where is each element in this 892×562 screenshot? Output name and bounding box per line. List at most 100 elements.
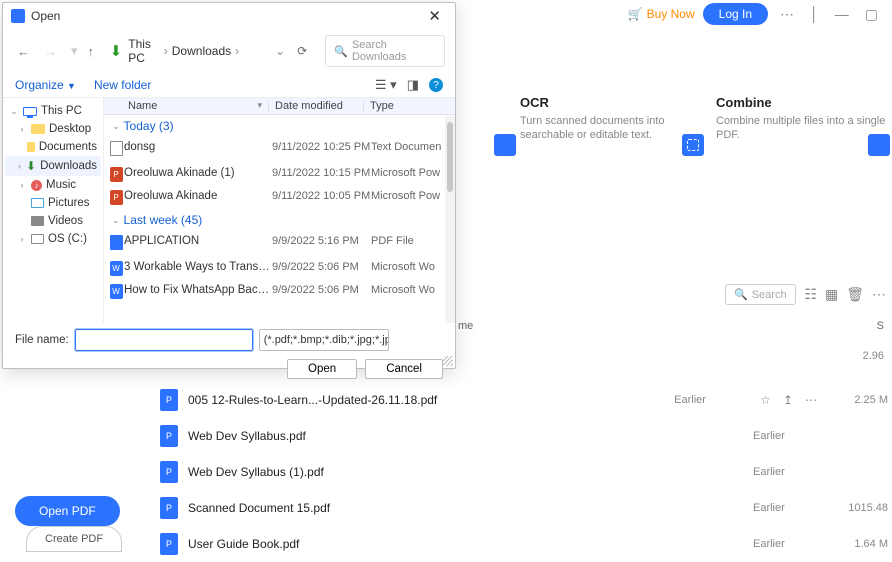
more-icon[interactable]: ⋯ [872, 286, 886, 303]
refresh-icon[interactable]: ⟳ [291, 44, 313, 58]
ppt-file-icon: P [110, 167, 123, 182]
col-frag-age: me [458, 320, 473, 332]
login-button[interactable]: Log In [703, 3, 768, 25]
row-more-icon[interactable]: ⋯ [799, 393, 823, 407]
tree-label: Pictures [48, 197, 90, 209]
help-icon[interactable]: ? [429, 78, 443, 92]
group-label: Today (3) [124, 119, 174, 133]
tree-os-c[interactable]: › OS (C:) [5, 230, 101, 248]
col-frag-size: 2.96 [863, 350, 884, 362]
upload-icon[interactable]: ↥ [777, 393, 799, 407]
file-size: 1.64 M [833, 538, 888, 550]
file-row[interactable]: P Web Dev Syllabus.pdf Earlier [160, 418, 888, 454]
scrollbar[interactable] [445, 116, 455, 323]
tree-pictures[interactable]: Pictures [5, 194, 101, 212]
tree-label: This PC [41, 105, 82, 117]
tree-this-pc[interactable]: ⌄ This PC [5, 102, 101, 120]
tree-label: OS (C:) [48, 233, 87, 245]
pictures-icon [31, 198, 44, 208]
file-date: 9/9/2022 5:16 PM [272, 235, 371, 253]
convert-icon[interactable] [494, 134, 516, 156]
file-age: Earlier [753, 466, 823, 478]
file-row[interactable]: P Web Dev Syllabus (1).pdf Earlier [160, 454, 888, 490]
ocr-title: OCR [520, 95, 696, 110]
window-minimize[interactable]: — [831, 6, 853, 22]
bg-search-input[interactable]: 🔍 Search [725, 284, 796, 305]
organize-menu[interactable]: Organize ▼ [15, 78, 76, 92]
tree-music[interactable]: › ♪ Music [5, 176, 101, 194]
expand-icon[interactable]: › [17, 161, 22, 171]
resize-grip[interactable] [443, 356, 453, 366]
file-name: 3 Workable Ways to Transfer Game Progr..… [124, 261, 272, 276]
breadcrumb[interactable]: This PC › Downloads › [128, 37, 239, 65]
close-icon[interactable]: ✕ [422, 7, 447, 25]
tree-desktop[interactable]: › Desktop [5, 120, 101, 138]
file-age: Earlier [674, 394, 744, 406]
window-maximize[interactable]: ▢ [861, 6, 882, 23]
file-item[interactable]: APPLICATION 9/9/2022 5:16 PM PDF File [104, 231, 455, 257]
file-name: Web Dev Syllabus (1).pdf [188, 465, 743, 479]
col-date[interactable]: Date modified [269, 100, 364, 112]
collapse-icon[interactable]: ⌄ [9, 106, 19, 117]
view-detail-icon[interactable]: ☷ [804, 286, 817, 303]
cancel-button[interactable]: Cancel [365, 359, 443, 379]
create-pdf-button[interactable]: Create PDF [26, 526, 122, 552]
pdf-icon: P [160, 533, 178, 555]
buy-now-link[interactable]: 🛒 Buy Now [628, 7, 695, 21]
file-item[interactable]: W 3 Workable Ways to Transfer Game Progr… [104, 257, 455, 280]
file-type-filter[interactable]: (*.pdf;*.bmp;*.dib;*.jpg;*.jpeg;* [259, 329, 389, 351]
doc-file-icon: W [110, 284, 123, 299]
app-menu-icon[interactable]: ⋯ [776, 6, 798, 23]
tree-downloads[interactable]: › ⬇ Downloads [5, 156, 101, 176]
filename-input[interactable] [75, 329, 253, 351]
collapse-icon: ⌄ [112, 121, 120, 132]
view-mode-button[interactable]: ☰ ▾ [375, 77, 397, 93]
open-pdf-button[interactable]: Open PDF [15, 496, 120, 526]
ocr-card[interactable]: OCR Turn scanned documents into searchab… [520, 95, 696, 143]
chevron-right-icon: › [235, 44, 239, 58]
preview-pane-button[interactable]: ◨ [407, 77, 419, 93]
music-icon: ♪ [31, 180, 42, 191]
crumb-downloads[interactable]: Downloads [172, 44, 231, 58]
view-grid-icon[interactable]: ▦ [825, 286, 838, 303]
folder-icon [31, 124, 45, 134]
expand-icon[interactable]: › [17, 124, 27, 134]
disk-icon [31, 234, 44, 244]
dialog-search-input[interactable]: 🔍 Search Downloads [325, 35, 445, 67]
expand-icon[interactable]: › [17, 234, 27, 244]
col-name[interactable]: Name [104, 100, 269, 112]
open-button[interactable]: Open [287, 359, 357, 379]
crumb-pc[interactable]: This PC [128, 37, 160, 65]
file-item[interactable]: P Oreoluwa Akinade (1) 9/11/2022 10:15 P… [104, 163, 455, 186]
file-type: Text Documen [371, 141, 441, 159]
star-icon[interactable]: ☆ [754, 393, 777, 407]
file-item[interactable]: donsg 9/11/2022 10:25 PM Text Documen [104, 137, 455, 163]
crumb-dropdown[interactable]: ⌄ [275, 44, 285, 58]
new-folder-button[interactable]: New folder [94, 78, 151, 92]
file-row[interactable]: P 005 12-Rules-to-Learn...-Updated-26.11… [160, 382, 888, 418]
group-today[interactable]: ⌄ Today (3) [104, 115, 455, 137]
group-last-week[interactable]: ⌄ Last week (45) [104, 209, 455, 231]
tree-videos[interactable]: Videos [5, 212, 101, 230]
file-row[interactable]: P User Guide Book.pdf Earlier 1.64 M [160, 526, 888, 562]
file-item[interactable]: P Oreoluwa Akinade 9/11/2022 10:05 PM Mi… [104, 186, 455, 209]
nav-back[interactable]: ← [13, 44, 34, 59]
tree-documents[interactable]: Documents [5, 138, 101, 156]
nav-forward[interactable]: → [40, 44, 61, 59]
nav-recent-dropdown[interactable]: ▾ [67, 43, 82, 59]
expand-icon[interactable]: › [17, 180, 27, 190]
combine-card[interactable]: Combine Combine multiple files into a si… [716, 95, 892, 143]
nav-up[interactable]: ↑ [88, 44, 95, 59]
pdf-file-icon [110, 235, 123, 250]
text-file-icon [110, 141, 123, 156]
combine-icon[interactable] [868, 134, 890, 156]
tree-label: Music [46, 179, 76, 191]
file-item[interactable]: W How to Fix WhatsApp Backup Not Showi..… [104, 280, 455, 303]
file-row[interactable]: P Scanned Document 15.pdf Earlier 1015.4… [160, 490, 888, 526]
delete-icon[interactable]: 🗑 [846, 286, 864, 303]
pdf-icon: P [160, 425, 178, 447]
ocr-icon[interactable] [682, 134, 704, 156]
file-size: 1015.48 [833, 502, 888, 514]
file-age: Earlier [753, 502, 823, 514]
col-type[interactable]: Type [364, 100, 394, 112]
